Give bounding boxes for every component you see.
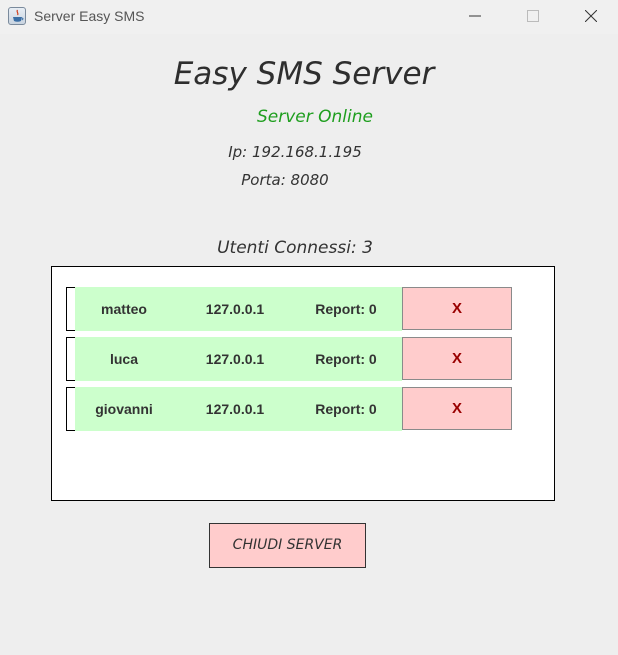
close-icon xyxy=(585,10,597,22)
kick-user-button[interactable]: X xyxy=(402,287,512,330)
connected-users-panel: matteo 127.0.0.1 Report: 0 X luca 127.0.… xyxy=(51,266,555,501)
user-ip: 127.0.0.1 xyxy=(205,401,265,417)
app-window: Server Easy SMS Easy SMS Server Server O… xyxy=(0,0,618,655)
user-name: luca xyxy=(109,351,138,367)
minimize-icon xyxy=(469,15,481,17)
user-ip: 127.0.0.1 xyxy=(205,351,265,367)
user-name: matteo xyxy=(101,301,147,317)
maximize-icon xyxy=(527,10,539,22)
window-title: Server Easy SMS xyxy=(34,8,145,24)
server-port-label: Porta: 8080 xyxy=(241,171,329,189)
user-report: Report: 0 xyxy=(315,351,377,367)
title-bar[interactable]: Server Easy SMS xyxy=(0,0,618,34)
page-title: Easy SMS Server xyxy=(173,56,435,92)
java-app-icon xyxy=(8,7,26,25)
user-ip: 127.0.0.1 xyxy=(205,301,265,317)
row-bracket xyxy=(66,387,75,431)
minimize-button[interactable] xyxy=(446,0,504,32)
user-row: matteo 127.0.0.1 Report: 0 X xyxy=(66,287,512,331)
user-report: Report: 0 xyxy=(315,301,377,317)
kick-user-button[interactable]: X xyxy=(402,387,512,430)
server-status-label: Server Online xyxy=(257,107,373,127)
user-report: Report: 0 xyxy=(315,401,377,417)
close-window-button[interactable] xyxy=(562,0,618,32)
server-ip-label: Ip: 192.168.1.195 xyxy=(228,143,362,161)
user-name: giovanni xyxy=(95,401,153,417)
row-bracket xyxy=(66,287,75,331)
user-row: giovanni 127.0.0.1 Report: 0 X xyxy=(66,387,512,431)
close-server-button[interactable]: CHIUDI SERVER xyxy=(209,523,366,568)
connected-users-label: Utenti Connessi: 3 xyxy=(217,238,373,258)
user-row: luca 127.0.0.1 Report: 0 X xyxy=(66,337,512,381)
row-bracket xyxy=(66,337,75,381)
kick-user-button[interactable]: X xyxy=(402,337,512,380)
maximize-button[interactable] xyxy=(504,0,562,32)
